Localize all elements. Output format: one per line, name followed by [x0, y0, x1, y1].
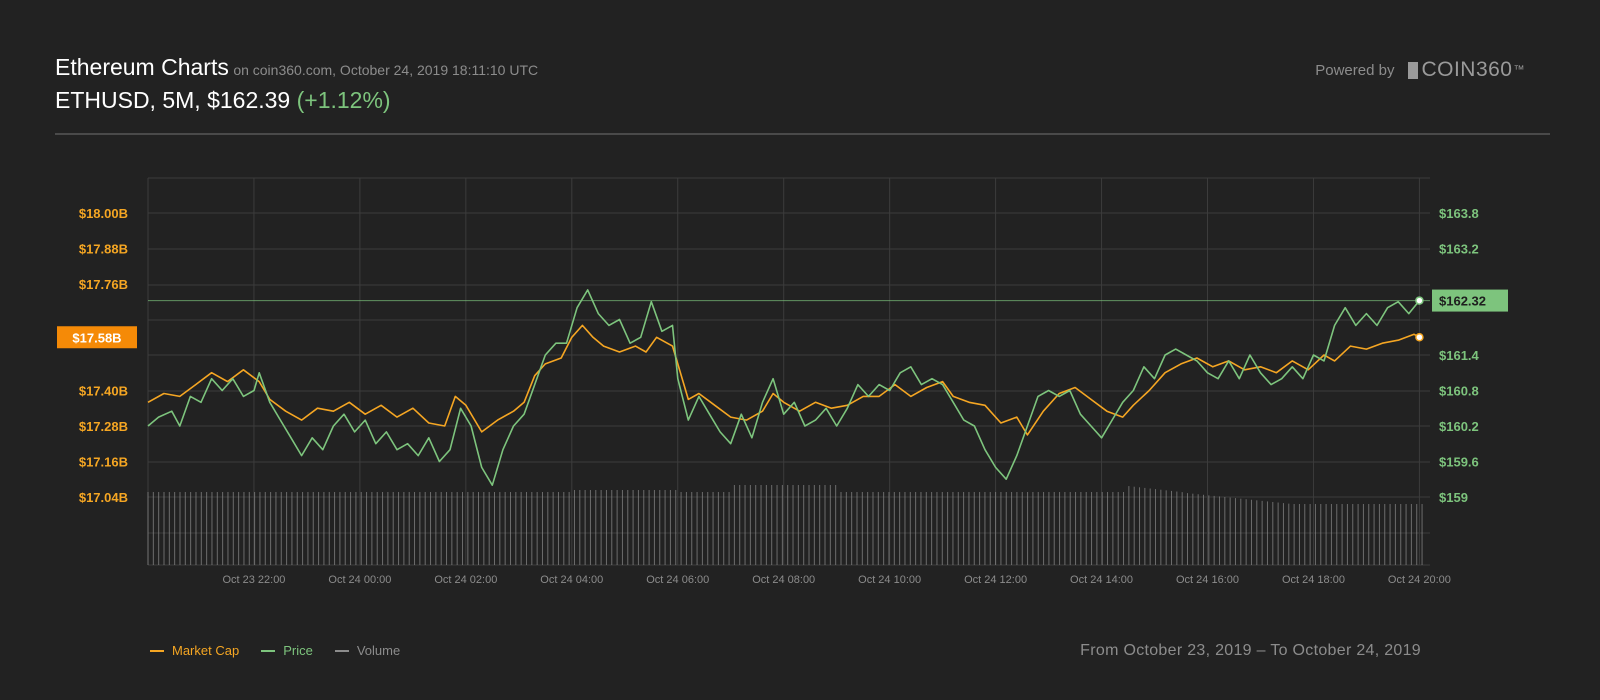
price-swatch-icon — [261, 649, 276, 652]
legend-label-market-cap: Market Cap — [172, 643, 240, 658]
series-end-point-market-cap — [1415, 333, 1424, 342]
x-tick-label: Oct 24 14:00 — [1070, 574, 1133, 586]
date-range-to: To October 24, 2019 — [1270, 642, 1421, 659]
right-axis-tick: $163.8 — [1439, 206, 1479, 221]
right-axis-tick: $161.4 — [1439, 348, 1480, 363]
x-tick-label: Oct 24 20:00 — [1388, 574, 1451, 586]
market-cap-current-label: $17.58B — [72, 330, 121, 345]
left-axis-tick: $17.76B — [79, 277, 128, 292]
right-axis-tick: $159 — [1439, 490, 1468, 505]
market-cap-swatch-icon — [150, 649, 164, 652]
chart-legend: Market Cap Price Volume — [150, 643, 400, 658]
x-tick-label: Oct 24 18:00 — [1282, 574, 1345, 586]
left-axis-tick: $17.04B — [79, 490, 128, 505]
price-chart[interactable]: Oct 23 22:00 Oct 24 00:00 Oct 24 02:00 Oct … — [0, 0, 1600, 700]
x-tick-label: Oct 24 04:00 — [540, 574, 603, 586]
x-tick-label: Oct 24 16:00 — [1176, 574, 1239, 586]
x-tick-label: Oct 23 22:00 — [222, 574, 285, 586]
left-axis-tick: $18.00B — [79, 206, 128, 221]
x-tick-label: Oct 24 08:00 — [752, 574, 815, 586]
volume-swatch-icon — [334, 649, 349, 652]
right-axis-tick: $163.2 — [1439, 242, 1479, 257]
date-range-separator: – — [1256, 642, 1266, 659]
x-tick-label: Oct 24 02:00 — [434, 574, 497, 586]
legend-label-price: Price — [283, 643, 313, 658]
left-axis-tick: $17.40B — [79, 384, 128, 399]
x-tick-label: Oct 24 00:00 — [328, 574, 391, 586]
right-axis-tick: $160.2 — [1439, 419, 1479, 434]
left-axis-tick: $17.28B — [79, 419, 128, 434]
legend-item-volume[interactable]: Volume — [334, 643, 401, 658]
legend-label-volume: Volume — [356, 643, 401, 658]
date-range-from: From October 23, 2019 — [1080, 642, 1252, 659]
x-tick-label: Oct 24 06:00 — [646, 574, 709, 586]
legend-item-market-cap[interactable]: Market Cap — [150, 643, 239, 658]
date-range: From October 23, 2019 – To October 24, 2… — [1080, 642, 1421, 660]
left-axis-tick: $17.16B — [79, 455, 128, 470]
right-axis-tick: $160.8 — [1439, 384, 1479, 399]
legend-item-price[interactable]: Price — [261, 643, 313, 658]
x-tick-label: Oct 24 12:00 — [964, 574, 1027, 586]
series-end-point-price — [1415, 296, 1424, 305]
right-axis-tick: $159.6 — [1439, 455, 1479, 470]
left-axis-tick: $17.88B — [79, 242, 128, 257]
price-current-label: $162.32 — [1439, 294, 1486, 309]
x-tick-label: Oct 24 10:00 — [858, 574, 921, 586]
